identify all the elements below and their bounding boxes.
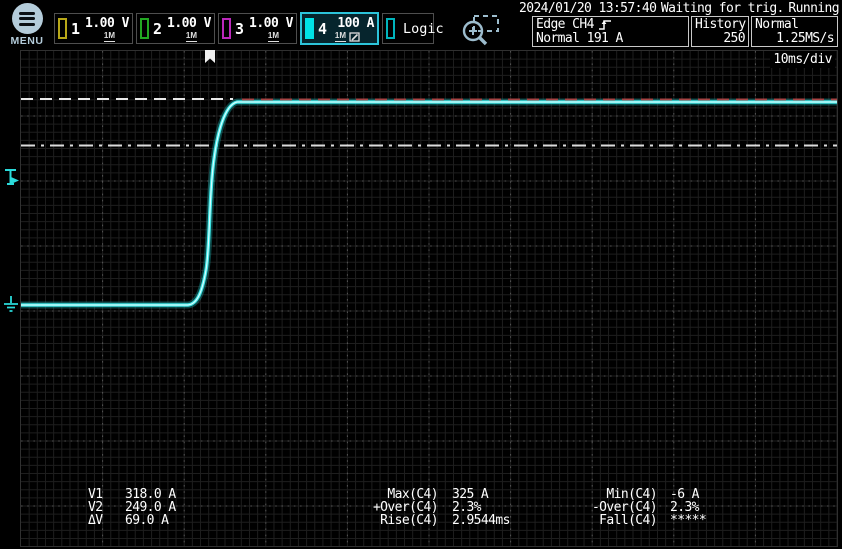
ch4-waveform-glow xyxy=(21,102,837,305)
trigger-status: Waiting for trig. xyxy=(661,1,784,16)
current-probe-icon xyxy=(349,32,360,42)
measurement-value: ***** xyxy=(670,514,706,527)
ch4-waveform-core xyxy=(21,102,837,305)
measurement-label: Rise(C4) xyxy=(368,514,438,527)
menu-label: MENU xyxy=(7,35,47,47)
channel-3-color-bar xyxy=(222,18,231,39)
channel-3-scale: 1.00 V xyxy=(249,16,293,31)
measurement-label: ΔV xyxy=(88,514,118,527)
channel-1-button[interactable]: 1 1.00 V 1M xyxy=(54,13,133,44)
logic-channel-button[interactable]: Logic xyxy=(382,13,434,44)
channel-2-scale: 1.00 V xyxy=(167,16,211,31)
auto-measurements-col3: Min(C4) -6 A -Over(C4) 2.3% Fall(C4) ***… xyxy=(577,488,706,527)
measurement-label: Fall(C4) xyxy=(577,514,657,527)
trigger-settings-box[interactable]: Edge CH4 Normal 191 A xyxy=(532,16,689,47)
acquisition-box[interactable]: Normal 1.25MS/s xyxy=(751,16,838,47)
cursor-measurements: V1 318.0 A V2 249.0 A ΔV 69.0 A xyxy=(88,488,176,527)
history-box[interactable]: History 250 xyxy=(691,16,749,47)
magnifier-zoom-icon xyxy=(458,14,502,46)
sample-rate: 1.25MS/s xyxy=(755,32,834,46)
ground-level-marker[interactable] xyxy=(2,296,20,320)
history-label: History xyxy=(695,17,745,32)
trigger-position-marker[interactable] xyxy=(204,49,216,68)
run-status: Running xyxy=(788,1,839,16)
channel-4-button-selected[interactable]: 4 100 A 1M xyxy=(300,12,379,45)
channel-2-color-bar xyxy=(140,18,149,39)
measurement-row: Fall(C4) ***** xyxy=(577,514,706,527)
channel-3-button[interactable]: 3 1.00 V 1M xyxy=(218,13,297,44)
trigger-type: Edge CH4 xyxy=(536,18,594,32)
hamburger-menu-icon xyxy=(12,3,43,34)
trigger-level-marker[interactable] xyxy=(3,168,21,190)
channel-2-number: 2 xyxy=(153,20,162,38)
channel-1-number: 1 xyxy=(71,20,80,38)
top-bar: MENU 1 1.00 V 1M 2 1.00 V 1M 3 1.00 V 1M xyxy=(0,0,842,50)
impedance-1M-icon: 1M xyxy=(186,32,197,42)
timebase-label: 10ms/div xyxy=(770,51,835,68)
measurement-row: Rise(C4) 2.9544ms xyxy=(368,514,510,527)
auto-measurements-col2: Max(C4) 325 A +Over(C4) 2.3% Rise(C4) 2.… xyxy=(368,488,510,527)
trigger-mode-level: Normal 191 A xyxy=(536,32,685,46)
logic-color-bar xyxy=(386,18,395,39)
acquisition-mode: Normal xyxy=(755,17,834,32)
measurement-value: 69.0 A xyxy=(125,514,168,527)
logic-label: Logic xyxy=(403,21,444,37)
impedance-1M-icon: 1M xyxy=(268,32,279,42)
datetime: 2024/01/20 13:57:40 xyxy=(519,1,656,16)
zoom-search-button[interactable] xyxy=(458,14,502,50)
waveform-display-area[interactable]: 10ms/div xyxy=(20,50,838,547)
channel-4-number: 4 xyxy=(318,20,327,38)
menu-button[interactable]: MENU xyxy=(7,3,47,47)
channel-1-scale: 1.00 V xyxy=(85,16,129,31)
oscilloscope-screen: MENU 1 1.00 V 1M 2 1.00 V 1M 3 1.00 V 1M xyxy=(0,0,842,549)
impedance-1M-icon: 1M xyxy=(104,32,115,42)
impedance-1M-icon: 1M xyxy=(335,32,346,42)
status-line: 2024/01/20 13:57:40 Waiting for trig. Ru… xyxy=(519,1,839,16)
waveform-layer xyxy=(21,51,837,546)
channel-3-number: 3 xyxy=(235,20,244,38)
channel-1-color-bar xyxy=(58,18,67,39)
history-count: 250 xyxy=(695,32,745,46)
channel-2-button[interactable]: 2 1.00 V 1M xyxy=(136,13,215,44)
measurement-row: ΔV 69.0 A xyxy=(88,514,176,527)
measurement-value: 2.9544ms xyxy=(452,514,510,527)
rising-edge-icon xyxy=(598,19,612,31)
channel-4-color-bar xyxy=(305,18,314,39)
channel-4-scale: 100 A xyxy=(337,16,374,31)
ch4-waveform-trace[interactable] xyxy=(21,102,837,305)
